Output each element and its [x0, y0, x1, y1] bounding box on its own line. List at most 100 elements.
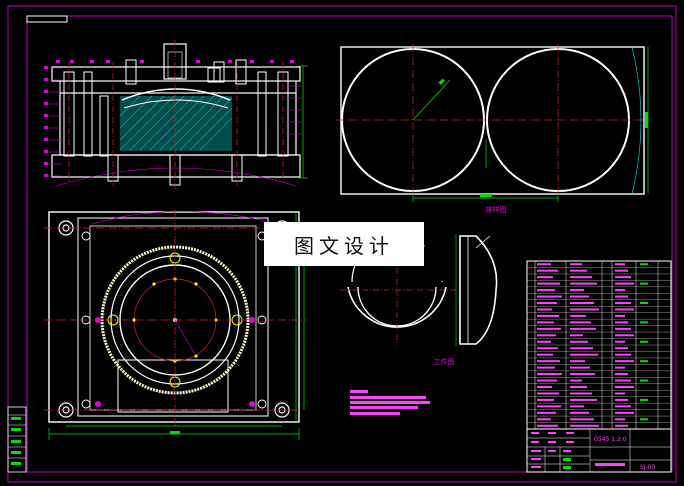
parts-list-cell-mark: [615, 282, 634, 285]
parts-list-cell-mark: [615, 321, 628, 324]
parts-list-cell-mark: [615, 340, 625, 343]
parts-list-cell-mark: [537, 340, 551, 343]
parts-list-cell-mark: [537, 411, 556, 414]
parts-list-cell-mark: [640, 398, 648, 401]
parts-list-cell-mark: [615, 405, 631, 408]
cad-drawing-canvas: 排样图 工件图 0545 1:2.0 SJ-00 图文设计: [0, 0, 684, 486]
parts-list-cell-mark: [640, 379, 648, 382]
parts-list-cell-mark: [537, 424, 558, 427]
top-left-tab: [26, 15, 68, 23]
parts-list-cell-mark: [570, 269, 587, 272]
parts-list-cell-mark: [570, 386, 587, 388]
parts-list-cell-mark: [537, 373, 562, 376]
parts-list-cell-mark: [537, 334, 556, 337]
parts-list-cell-mark: [570, 276, 592, 279]
parts-list-cell-mark: [570, 424, 599, 427]
parts-list-cell-mark: [615, 360, 634, 363]
watermark-label: 图文设计: [264, 222, 424, 266]
parts-list-cell-mark: [570, 347, 593, 350]
parts-list-cell-mark: [537, 276, 553, 279]
parts-list-cell-mark: [615, 302, 631, 304]
parts-list-cell-mark: [537, 418, 551, 421]
parts-list-cell-mark: [640, 418, 648, 421]
parts-list-cell-mark: [570, 295, 589, 298]
parts-list-cell-mark: [615, 373, 628, 376]
parts-list-cell-mark: [537, 327, 561, 330]
parts-list-cell-mark: [537, 308, 552, 311]
title-block: 0545 1:2.0 SJ-00: [526, 428, 672, 473]
parts-list-cell-mark: [570, 282, 597, 285]
parts-list-cell-mark: [615, 295, 628, 298]
parts-list-cell-mark: [615, 424, 628, 427]
parts-list-cell-mark: [537, 379, 557, 382]
parts-list-cell-mark: [537, 398, 554, 401]
parts-list-cell-mark: [537, 263, 551, 266]
technical-notes: [350, 390, 430, 415]
parts-list-cell-mark: [537, 321, 554, 324]
parts-list-cell-mark: [570, 302, 594, 304]
parts-list-cell-mark: [537, 353, 553, 356]
parts-list-cell-mark: [640, 321, 648, 324]
parts-list-cell-mark: [537, 360, 560, 363]
parts-list-cell-mark: [537, 269, 558, 272]
parts-list-cell-mark: [615, 327, 631, 330]
parts-list-cell-mark: [640, 263, 648, 266]
parts-list-cell-mark: [570, 398, 597, 401]
parts-list-table: [526, 260, 672, 430]
parts-list-cell-mark: [570, 327, 596, 330]
parts-list-cell-mark: [570, 321, 591, 324]
parts-list-cell-mark: [570, 353, 598, 356]
drawing-scale: 0545 1:2.0: [594, 436, 627, 443]
parts-list-cell-mark: [570, 314, 586, 317]
parts-list-cell-mark: [570, 334, 583, 337]
parts-list-cell-mark: [640, 282, 648, 285]
parts-list-cell-mark: [615, 263, 625, 266]
parts-list-cell-mark: [615, 308, 634, 311]
parts-list-cell-mark: [615, 386, 634, 388]
parts-list-cell-mark: [570, 366, 590, 369]
parts-list-cell-mark: [570, 360, 585, 363]
parts-list-cell-mark: [537, 282, 560, 285]
parts-list-cell-mark: [570, 411, 589, 414]
parts-list-cell-mark: [615, 347, 628, 350]
parts-list-cell-mark: [537, 405, 561, 408]
part-view-label: 工件图: [434, 357, 455, 366]
parts-list-cell-mark: [570, 263, 582, 266]
parts-list-cell-mark: [615, 379, 631, 382]
parts-list-cell-mark: [615, 411, 634, 414]
parts-list-cell-mark: [615, 392, 625, 395]
drawing-number: SJ-00: [640, 464, 655, 471]
parts-list-cell-mark: [537, 302, 557, 304]
parts-list-cell-mark: [640, 340, 648, 343]
parts-list-cell-mark: [570, 418, 594, 421]
left-margin-table: [7, 406, 27, 473]
parts-list-cell-mark: [537, 386, 552, 388]
parts-list-cell-mark: [615, 289, 625, 292]
parts-list-cell-mark: [615, 398, 628, 401]
parts-list-cell-mark: [570, 392, 592, 395]
parts-list-cell-mark: [615, 334, 634, 337]
parts-list-cell-mark: [615, 418, 625, 421]
parts-list-cell-mark: [640, 360, 648, 363]
parts-list-cell-mark: [615, 353, 631, 356]
parts-list-cell-mark: [570, 373, 595, 376]
parts-list-cell-mark: [537, 314, 559, 317]
parts-list-cell-mark: [537, 366, 555, 369]
parts-list-cell-mark: [537, 392, 559, 395]
parts-list-cell-mark: [570, 289, 584, 292]
parts-list-cell-mark: [570, 405, 584, 408]
parts-list-cell-mark: [615, 366, 625, 369]
parts-list-cell-mark: [615, 269, 628, 272]
front-section-view: [44, 40, 308, 190]
layout-view-label: 排样图: [486, 205, 507, 214]
parts-list-cell-mark: [615, 314, 625, 317]
parts-list-cell-mark: [537, 347, 558, 350]
parts-list-cell-mark: [570, 379, 582, 382]
parts-list-cell-mark: [537, 295, 562, 298]
parts-list-cell-mark: [570, 308, 599, 311]
parts-list-cell-mark: [615, 276, 631, 279]
layout-view: 排样图: [336, 44, 650, 214]
parts-list-cell-mark: [640, 302, 648, 304]
parts-list-cell-mark: [570, 340, 588, 343]
parts-list-cell-mark: [537, 289, 555, 292]
